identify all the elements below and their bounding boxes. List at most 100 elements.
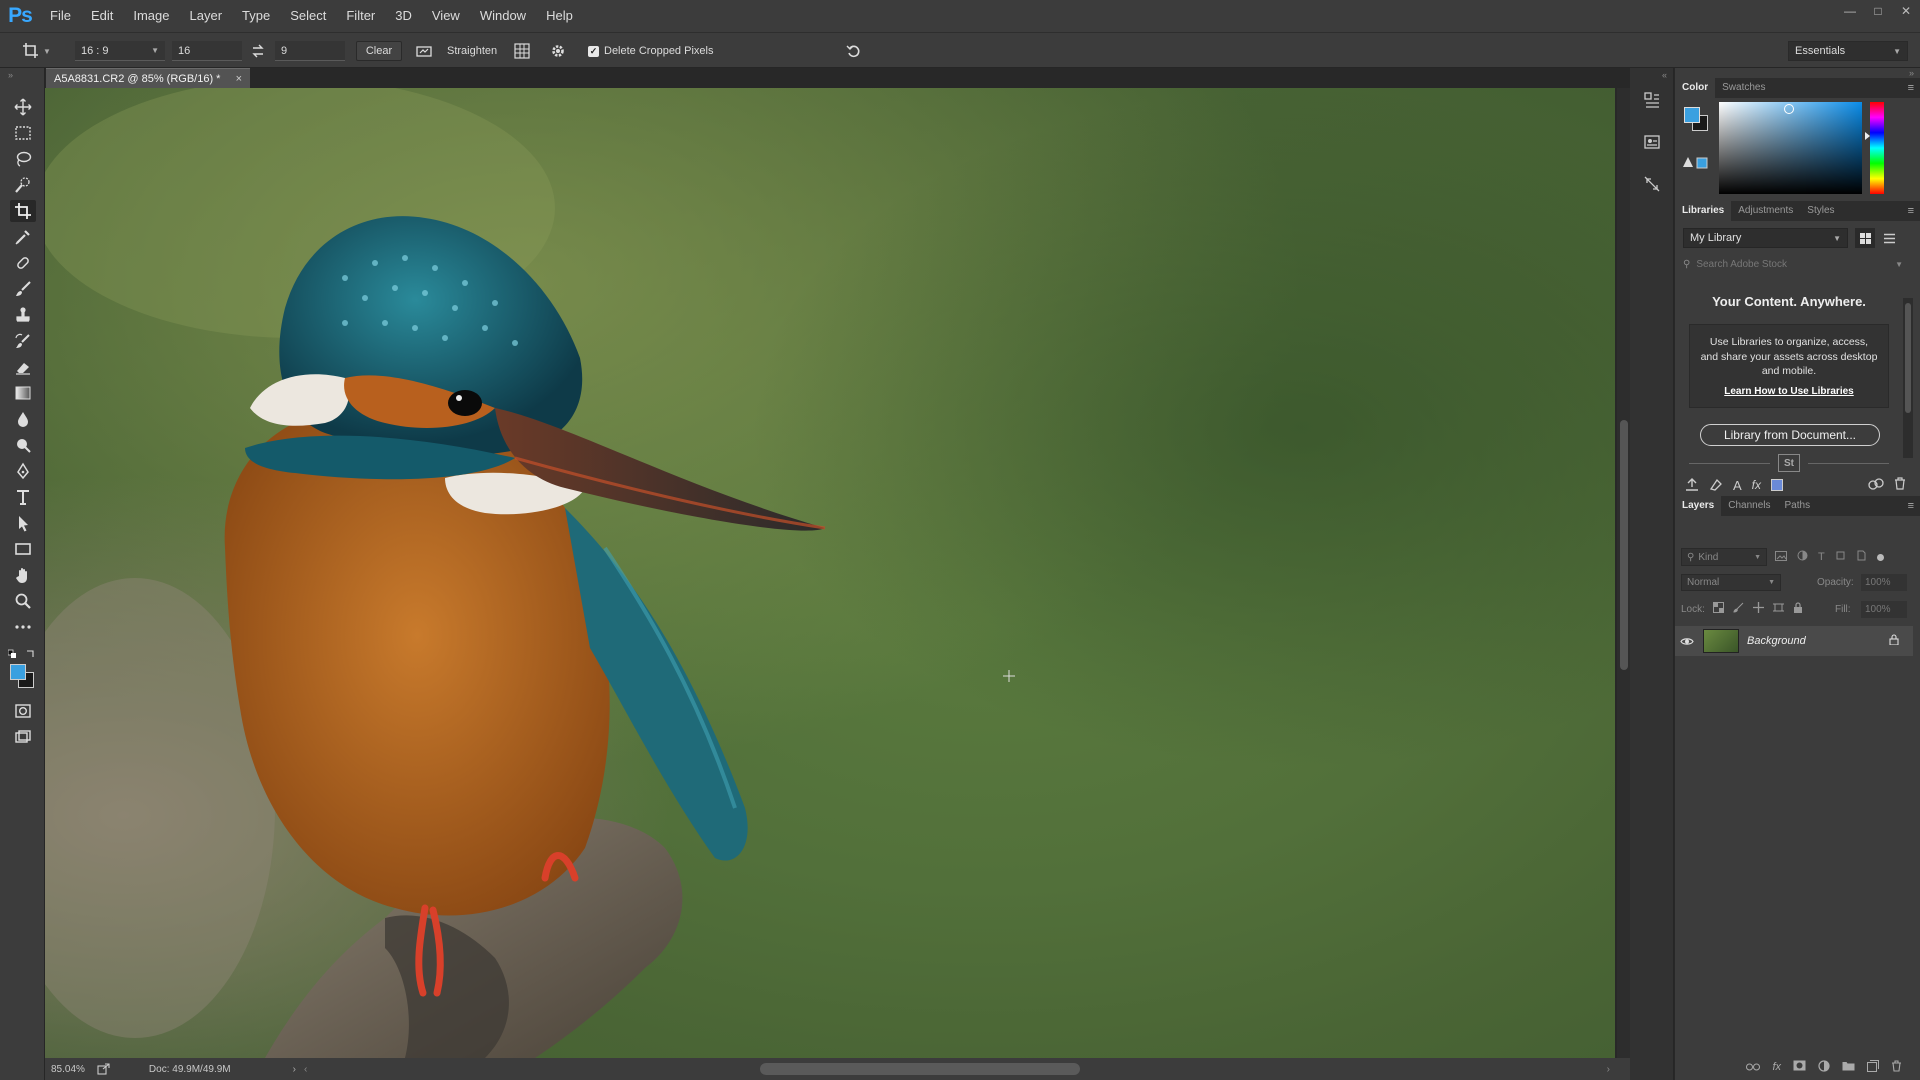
minimize-icon[interactable]: — — [1836, 0, 1864, 22]
brush-tool-icon[interactable] — [10, 278, 36, 300]
blur-tool-icon[interactable] — [10, 408, 36, 430]
marquee-tool-icon[interactable] — [10, 122, 36, 144]
hue-slider[interactable] — [1870, 102, 1884, 194]
history-brush-tool-icon[interactable] — [10, 330, 36, 352]
lock-image-icon[interactable] — [1733, 602, 1744, 616]
scroll-left-icon[interactable]: ‹ — [304, 1064, 307, 1075]
straighten-icon[interactable] — [415, 41, 433, 61]
adobe-stock-icon[interactable]: St — [1778, 454, 1800, 472]
eraser-tool-icon[interactable] — [10, 356, 36, 378]
link-layers-icon[interactable] — [1746, 1060, 1761, 1074]
restore-icon[interactable]: □ — [1864, 0, 1892, 22]
default-colors-icon[interactable] — [7, 648, 38, 658]
grid-view-icon[interactable] — [1855, 228, 1875, 248]
pixel-filter-icon[interactable] — [1775, 550, 1787, 564]
add-color-icon[interactable] — [1709, 477, 1723, 494]
upload-icon[interactable] — [1685, 477, 1699, 494]
color-picker-handle[interactable] — [1784, 104, 1794, 114]
menu-edit[interactable]: Edit — [81, 0, 123, 32]
new-layer-icon[interactable] — [1867, 1059, 1879, 1075]
panel-menu-icon[interactable]: ≡ — [1908, 205, 1914, 217]
zoom-level[interactable]: 85.04% — [51, 1064, 85, 1075]
rectangle-tool-icon[interactable] — [10, 538, 36, 560]
library-select[interactable]: My Library ▼ — [1683, 228, 1848, 248]
adjustments-panel-icon[interactable] — [1640, 172, 1664, 196]
panel-color-swatches[interactable] — [1683, 106, 1709, 132]
pen-tool-icon[interactable] — [10, 460, 36, 482]
path-selection-tool-icon[interactable] — [10, 512, 36, 534]
tab-libraries[interactable]: Libraries — [1675, 201, 1732, 221]
layer-row[interactable]: Background — [1675, 626, 1913, 656]
color-picker-field[interactable] — [1719, 102, 1862, 194]
height-field[interactable]: 9 — [275, 41, 345, 61]
workspace-select[interactable]: Essentials ▼ — [1788, 41, 1908, 61]
close-icon[interactable]: ✕ — [1892, 0, 1920, 22]
document-tab[interactable]: A5A8831.CR2 @ 85% (RGB/16) * × — [46, 68, 250, 88]
vertical-scroll-thumb[interactable] — [1620, 420, 1628, 670]
export-icon[interactable] — [97, 1063, 111, 1075]
adjustment-layer-icon[interactable] — [1818, 1059, 1830, 1075]
overlay-grid-icon[interactable] — [512, 41, 532, 61]
clone-stamp-tool-icon[interactable] — [10, 304, 36, 326]
foreground-color-swatch[interactable] — [10, 664, 26, 680]
ratio-preset-select[interactable]: 16 : 9 ▼ — [75, 41, 165, 61]
eye-icon[interactable] — [1675, 637, 1699, 646]
shape-filter-icon[interactable] — [1835, 550, 1846, 564]
menu-layer[interactable]: Layer — [180, 0, 233, 32]
menu-filter[interactable]: Filter — [336, 0, 385, 32]
menu-view[interactable]: View — [422, 0, 470, 32]
collapse-panel-icon[interactable]: » — [8, 70, 13, 80]
stock-search-field[interactable]: ⚲ Search Adobe Stock ▼ — [1675, 254, 1903, 274]
crop-tool-icon[interactable] — [10, 200, 36, 222]
menu-help[interactable]: Help — [536, 0, 583, 32]
tab-styles[interactable]: Styles — [1800, 201, 1841, 221]
status-menu-arrow-icon[interactable]: › — [293, 1064, 296, 1075]
filter-toggle-icon[interactable] — [1876, 553, 1884, 561]
zoom-tool-icon[interactable] — [10, 590, 36, 612]
menu-type[interactable]: Type — [232, 0, 280, 32]
smart-object-filter-icon[interactable] — [1856, 550, 1867, 564]
panel-menu-icon[interactable]: ≡ — [1908, 82, 1914, 94]
add-character-style-icon[interactable]: A — [1733, 478, 1742, 493]
gear-icon[interactable] — [548, 41, 568, 61]
menu-select[interactable]: Select — [280, 0, 336, 32]
collapse-panels-icon[interactable]: » — [1909, 68, 1914, 78]
layer-mask-icon[interactable] — [1793, 1060, 1806, 1074]
history-panel-icon[interactable] — [1640, 88, 1664, 112]
menu-file[interactable]: File — [40, 0, 81, 32]
tab-channels[interactable]: Channels — [1721, 496, 1777, 516]
color-swatches[interactable] — [8, 662, 38, 692]
crop-tool-preset-icon[interactable]: ▼ — [22, 41, 58, 61]
add-foreground-color-icon[interactable] — [1771, 479, 1784, 491]
trash-icon[interactable] — [1894, 477, 1906, 493]
properties-panel-icon[interactable] — [1640, 130, 1664, 154]
scroll-right-icon[interactable]: › — [1607, 1064, 1610, 1075]
menu-window[interactable]: Window — [470, 0, 536, 32]
clear-button[interactable]: Clear — [356, 41, 402, 61]
width-field[interactable]: 16 — [172, 41, 242, 61]
delete-layer-icon[interactable] — [1891, 1059, 1902, 1075]
healing-brush-tool-icon[interactable] — [10, 252, 36, 274]
fill-field[interactable]: 100% — [1861, 601, 1907, 618]
collapse-dock-icon[interactable]: « — [1662, 70, 1667, 80]
delete-cropped-pixels-checkbox[interactable]: ✓ Delete Cropped Pixels — [588, 41, 713, 61]
learn-libraries-link[interactable]: Learn How to Use Libraries — [1700, 385, 1878, 400]
dodge-tool-icon[interactable] — [10, 434, 36, 456]
straighten-label[interactable]: Straighten — [447, 41, 497, 61]
lock-transparent-icon[interactable] — [1713, 602, 1724, 616]
move-tool-icon[interactable] — [10, 96, 36, 118]
library-from-document-button[interactable]: Library from Document... — [1700, 424, 1880, 446]
lock-all-icon[interactable] — [1793, 602, 1803, 616]
layer-filter-select[interactable]: ⚲ Kind ▼ — [1681, 548, 1767, 566]
menu-image[interactable]: Image — [123, 0, 179, 32]
layer-style-icon[interactable]: fx — [1772, 1061, 1781, 1073]
document-canvas[interactable] — [45, 88, 1615, 1058]
opacity-field[interactable]: 100% — [1861, 574, 1907, 591]
lock-artboard-icon[interactable] — [1773, 602, 1784, 616]
tab-layers[interactable]: Layers — [1675, 496, 1722, 516]
lasso-tool-icon[interactable] — [10, 148, 36, 170]
close-document-icon[interactable]: × — [236, 73, 242, 85]
creative-cloud-icon[interactable] — [1868, 477, 1884, 493]
adjustment-filter-icon[interactable] — [1797, 550, 1808, 564]
hue-slider-handle[interactable] — [1865, 132, 1870, 140]
